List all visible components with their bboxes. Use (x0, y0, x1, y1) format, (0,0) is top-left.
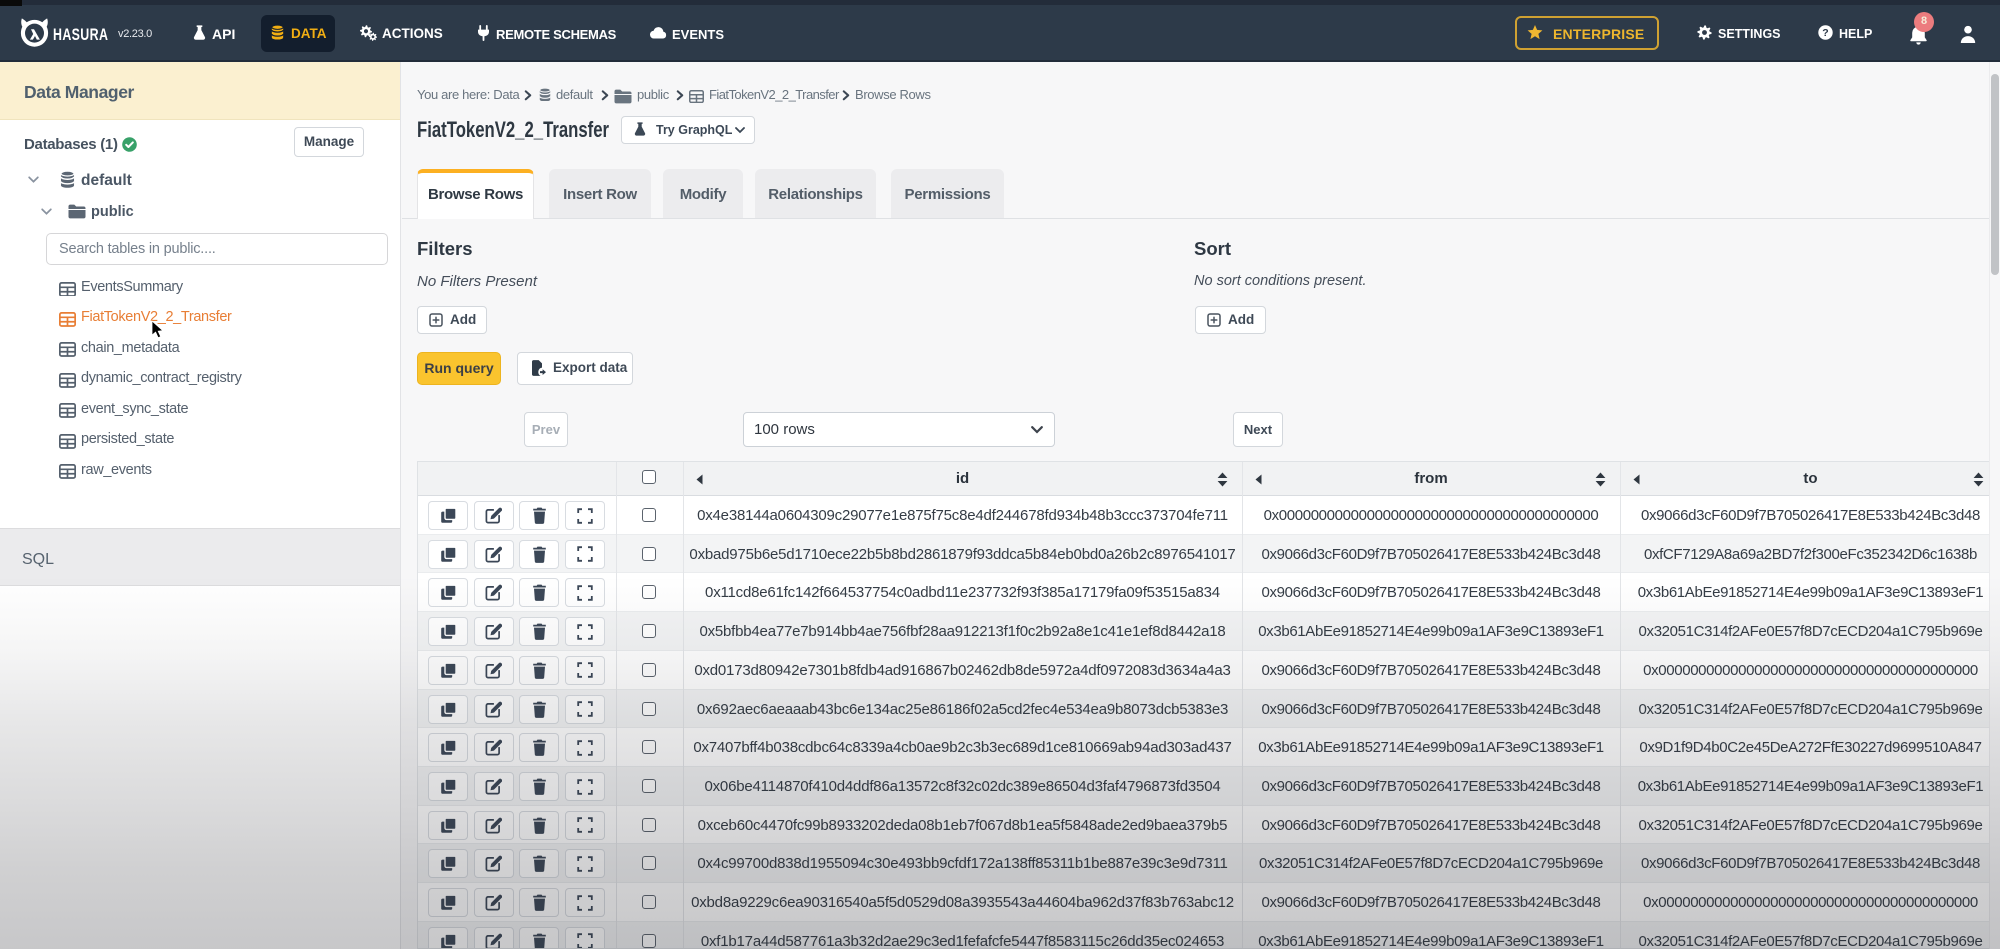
svg-text:?: ? (1822, 27, 1828, 39)
